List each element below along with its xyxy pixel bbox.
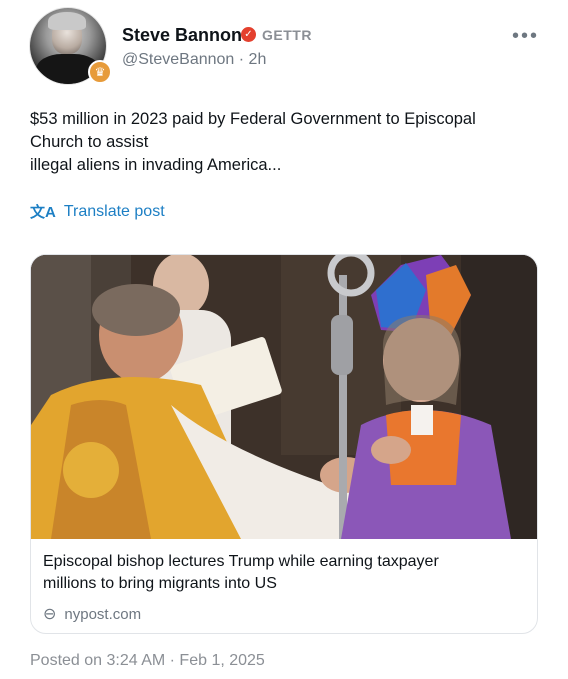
link-card-image[interactable] — [31, 255, 537, 539]
platform-label: GETTR — [262, 27, 312, 43]
link-card-title-line: millions to bring migrants into US — [43, 575, 277, 592]
crown-badge-icon: ♛ — [88, 60, 112, 84]
author-handle[interactable]: @SteveBannon · 2h — [122, 51, 266, 69]
link-card-domain: nypost.com — [64, 605, 142, 623]
link-card-title[interactable]: Episcopal bishop lectures Trump while ea… — [43, 551, 523, 595]
translate-post-link[interactable]: 文A Translate post — [30, 201, 165, 222]
link-card-source[interactable]: ⊖ nypost.com — [43, 604, 141, 624]
post-text-line: $53 million in 2023 paid by Federal Gove… — [30, 110, 476, 128]
gettr-post: ♛ Steve Bannon ✓ GETTR @SteveBannon · 2h… — [0, 0, 568, 679]
more-options-icon[interactable]: ••• — [512, 26, 539, 46]
avatar-hair — [48, 12, 86, 30]
post-text-line: Church to assist — [30, 133, 149, 151]
photo-illustration — [31, 255, 537, 539]
link-card-title-line: Episcopal bishop lectures Trump while ea… — [43, 553, 439, 570]
link-card[interactable]: Episcopal bishop lectures Trump while ea… — [30, 254, 538, 634]
link-icon: ⊖ — [43, 606, 57, 623]
translate-icon: 文A — [30, 204, 56, 221]
verified-icon: ✓ — [241, 27, 256, 42]
translate-label: Translate post — [63, 202, 165, 220]
post-timestamp: Posted on 3:24 AM · Feb 1, 2025 — [30, 652, 265, 669]
author-name[interactable]: Steve Bannon — [122, 25, 242, 46]
post-text: $53 million in 2023 paid by Federal Gove… — [30, 108, 530, 177]
post-text-line: illegal aliens in invading America... — [30, 156, 282, 174]
